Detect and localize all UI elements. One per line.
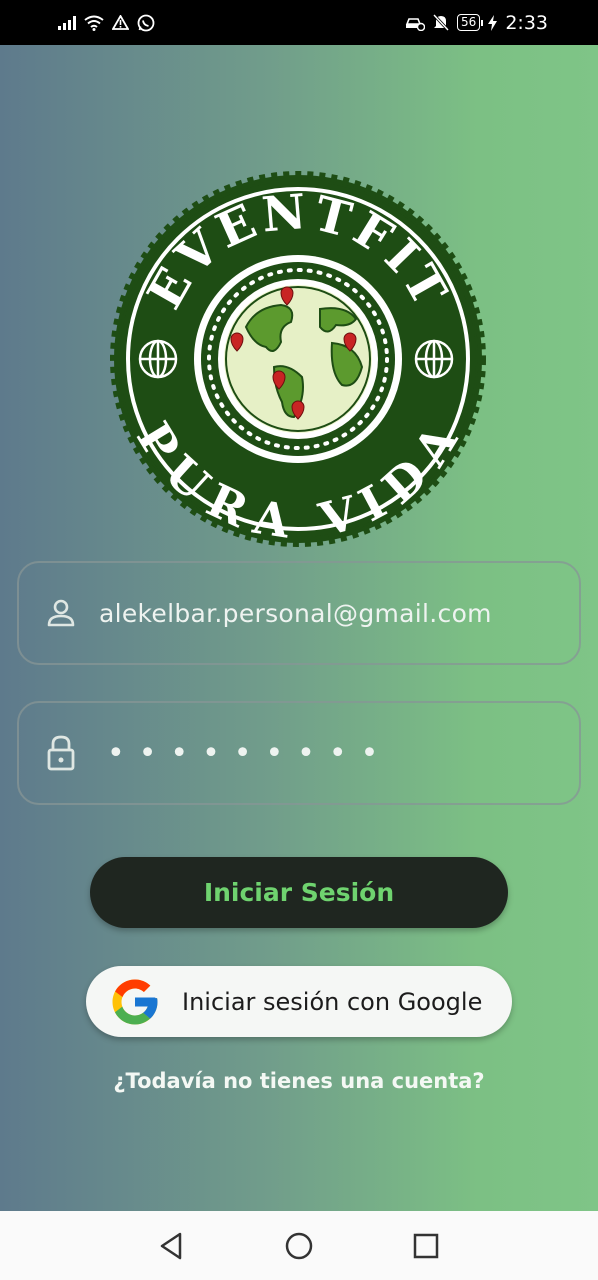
- charging-icon: [488, 14, 498, 31]
- password-value: •••••••••: [107, 735, 393, 771]
- login-button-label: Iniciar Sesión: [203, 878, 395, 907]
- email-field[interactable]: alekelbar.personal@gmail.com: [17, 561, 581, 665]
- login-button[interactable]: Iniciar Sesión: [90, 857, 508, 928]
- eventfit-logo: EVENTFIT PURA VIDA: [106, 167, 490, 551]
- login-screen: EVENTFIT PURA VIDA alekelbar.personal@gm…: [0, 45, 598, 1211]
- recents-icon[interactable]: [409, 1229, 443, 1263]
- wifi-icon: [84, 15, 104, 31]
- status-left-icons: [58, 14, 155, 32]
- google-signin-button[interactable]: Iniciar sesión con Google: [86, 966, 512, 1037]
- home-icon[interactable]: [282, 1229, 316, 1263]
- signup-link[interactable]: ¿Todavía no tienes una cuenta?: [0, 1069, 598, 1093]
- mute-icon: [433, 14, 450, 31]
- status-clock: 2:33: [505, 11, 548, 34]
- email-value: alekelbar.personal@gmail.com: [99, 598, 492, 628]
- warning-icon: [112, 15, 129, 30]
- user-icon: [41, 593, 81, 633]
- back-icon[interactable]: [154, 1229, 188, 1263]
- status-bar: 56 2:33: [0, 0, 598, 45]
- lock-icon: [41, 733, 81, 773]
- battery-icon: 56: [457, 14, 484, 31]
- password-field[interactable]: •••••••••: [17, 701, 581, 805]
- car-icon: [405, 15, 426, 31]
- system-nav-bar: [0, 1211, 598, 1280]
- status-right-icons: 56 2:33: [405, 12, 548, 34]
- google-icon: [108, 975, 162, 1029]
- whatsapp-icon: [137, 14, 155, 32]
- google-button-label: Iniciar sesión con Google: [182, 987, 483, 1016]
- signal-icon: [58, 15, 76, 30]
